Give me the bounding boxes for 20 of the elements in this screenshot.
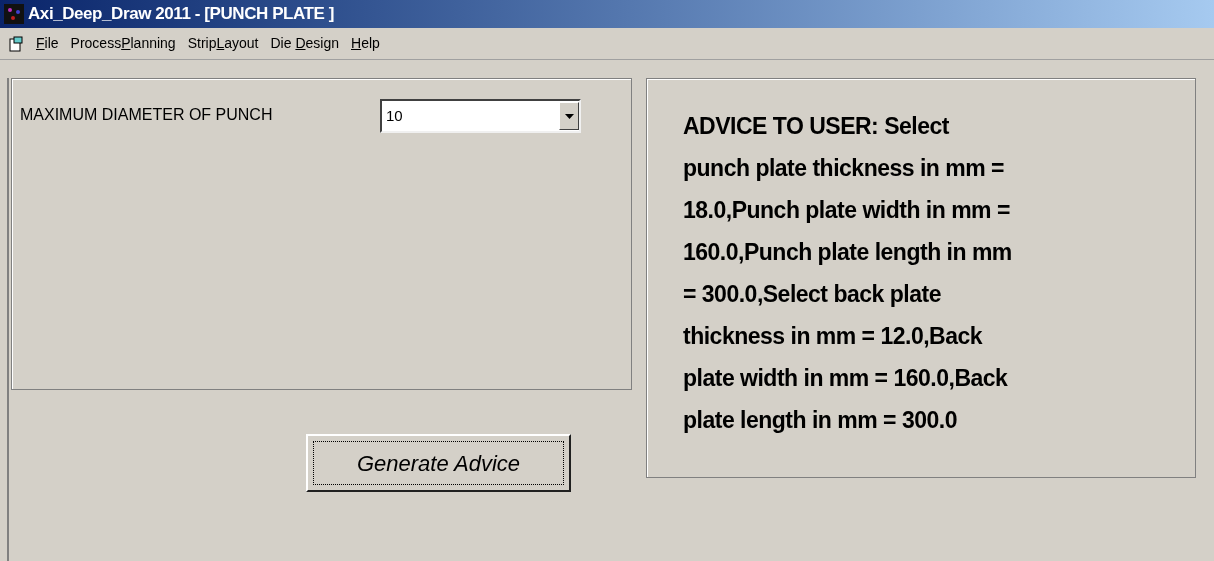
advice-text-line: 160.0,Punch plate length in mm xyxy=(683,238,1013,267)
advice-text-line: thickness in mm = 12.0,Back xyxy=(683,322,984,351)
field-label: MAXIMUM DIAMETER OF PUNCH xyxy=(20,105,274,125)
advice-text-line: ADVICE TO USER: Select xyxy=(683,112,950,141)
advice-text-line: punch plate thickness in mm = xyxy=(683,154,1005,183)
advice-text-line: plate width in mm = 160.0,Back xyxy=(683,364,1009,393)
advice-text-line: 18.0,Punch plate width in mm = xyxy=(683,196,1011,225)
menu-item[interactable]: ProcessPlanning xyxy=(70,33,176,54)
diameter-dropdown[interactable]: 10 xyxy=(380,99,581,133)
advice-text-line: = 300.0,Select back plate xyxy=(683,280,942,309)
menu-item[interactable]: File xyxy=(36,33,59,54)
window-title: Axi_Deep_Draw 2011 - [PUNCH PLATE ] xyxy=(28,3,335,26)
menu-item[interactable]: Help xyxy=(351,33,380,54)
advice-text-line: plate length in mm = 300.0 xyxy=(683,406,958,435)
document-icon xyxy=(8,35,24,52)
menu-item[interactable]: Die Design xyxy=(270,33,339,54)
dropdown-value: 10 xyxy=(385,105,404,126)
generate-advice-button[interactable]: Generate Advice xyxy=(306,434,571,492)
app-icon xyxy=(4,4,24,24)
menu-item[interactable]: StripLayout xyxy=(187,33,259,54)
